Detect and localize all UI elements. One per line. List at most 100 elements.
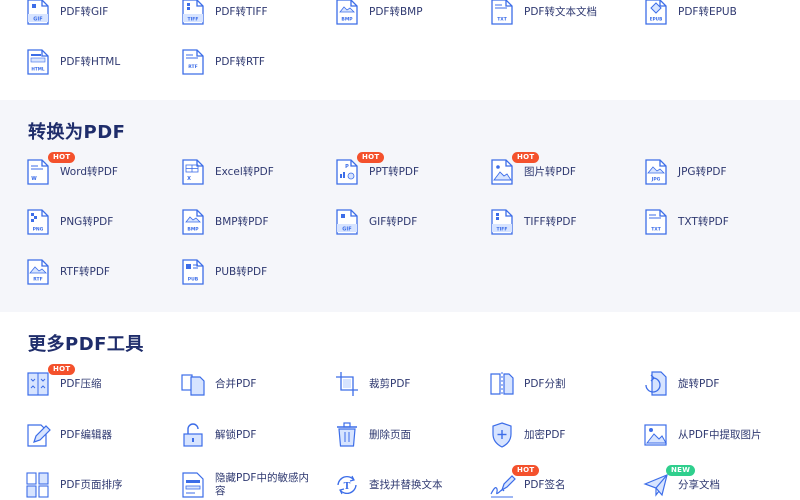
- tool-pdf-to-gif[interactable]: GIF PDF转GIF: [26, 0, 176, 27]
- image-file-icon: HOT: [490, 152, 540, 185]
- tool-compress-pdf[interactable]: HOT PDF压缩: [26, 364, 176, 399]
- compress-icon: HOT: [26, 364, 76, 397]
- tool-unlock-pdf[interactable]: 解锁PDF: [181, 420, 331, 450]
- tool-share-document[interactable]: NEW 分享文档: [643, 465, 794, 500]
- svg-text:TXT: TXT: [651, 227, 662, 233]
- tool-label: 查找并替换文本: [369, 478, 443, 491]
- tool-png-to-pdf[interactable]: PNG PNG转PDF: [26, 207, 176, 237]
- epub-file-icon: EPUB: [644, 0, 668, 25]
- tool-label: 旋转PDF: [678, 377, 720, 390]
- svg-text:RTF: RTF: [33, 277, 42, 283]
- tool-label: 合并PDF: [215, 377, 257, 390]
- svg-text:PNG: PNG: [33, 227, 44, 233]
- svg-text:EPUB: EPUB: [650, 17, 663, 22]
- tool-excel-to-pdf[interactable]: X Excel转PDF: [181, 157, 331, 187]
- gif-file-icon: GIF: [335, 209, 359, 235]
- tool-pdf-to-tiff[interactable]: TIFF PDF转TIFF: [181, 0, 331, 27]
- tool-label: PDF编辑器: [60, 428, 112, 441]
- to-pdf-section: 转换为PDF W HOT Word转PDF X Excel转PDF P HOT PP…: [0, 100, 800, 312]
- tool-label: PDF转GIF: [60, 5, 109, 18]
- tool-pub-to-pdf[interactable]: PUB PUB转PDF: [181, 257, 331, 287]
- hot-badge: HOT: [48, 152, 76, 163]
- tool-rotate-pdf[interactable]: 旋转PDF: [644, 369, 794, 399]
- tool-label: 裁剪PDF: [369, 377, 411, 390]
- tool-label: BMP转PDF: [215, 215, 269, 228]
- html-file-icon: HTML: [26, 49, 50, 75]
- section-title-to-pdf: 转换为PDF: [28, 122, 126, 143]
- find-replace-icon: T: [335, 472, 359, 498]
- tool-sort-pages[interactable]: PDF页面排序: [26, 470, 176, 500]
- tool-pdf-to-html[interactable]: HTML PDF转HTML: [26, 47, 176, 77]
- svg-text:TIFF: TIFF: [497, 227, 508, 233]
- png-file-icon: PNG: [26, 209, 50, 235]
- share-icon: NEW: [643, 465, 696, 498]
- tool-label: PDF页面排序: [60, 478, 123, 491]
- svg-text:TXT: TXT: [497, 17, 508, 23]
- rotate-icon: [644, 371, 668, 397]
- unlock-icon: [181, 422, 205, 448]
- new-badge: NEW: [666, 465, 696, 476]
- hot-badge: HOT: [512, 152, 540, 163]
- bmp-file-icon: BMP: [335, 0, 359, 25]
- svg-text:HTML: HTML: [31, 67, 45, 72]
- tool-label: GIF转PDF: [369, 215, 418, 228]
- section-title-more-tools: 更多PDF工具: [28, 334, 144, 355]
- sort-pages-icon: [26, 472, 50, 498]
- edit-icon: [26, 422, 51, 448]
- tool-crop-pdf[interactable]: 裁剪PDF: [335, 369, 485, 399]
- excel-file-icon: X: [181, 159, 205, 185]
- tool-rtf-to-pdf[interactable]: RTF RTF转PDF: [26, 257, 176, 287]
- tool-image-to-pdf[interactable]: HOT 图片转PDF: [490, 152, 640, 187]
- tool-label: 隐藏PDF中的敏感内容: [215, 472, 309, 497]
- tool-txt-to-pdf[interactable]: TXT TXT转PDF: [644, 207, 794, 237]
- tool-pdf-to-txt[interactable]: TXT PDF转文本文档: [490, 0, 640, 27]
- tool-jpg-to-pdf[interactable]: JPG JPG转PDF: [644, 157, 794, 187]
- tool-redact-pdf[interactable]: 隐藏PDF中的敏感内容: [181, 470, 331, 500]
- tool-gif-to-pdf[interactable]: GIF GIF转PDF: [335, 207, 485, 237]
- merge-icon: [181, 371, 205, 397]
- tool-sign-pdf[interactable]: HOT PDF签名: [490, 465, 640, 500]
- tool-extract-images[interactable]: 从PDF中提取图片: [644, 420, 794, 450]
- tool-split-pdf[interactable]: PDF分割: [490, 369, 640, 399]
- word-file-icon: W HOT: [26, 152, 76, 185]
- tool-label: PDF压缩: [60, 377, 102, 390]
- trash-icon: [335, 422, 359, 448]
- tiff-file-icon: TIFF: [181, 0, 205, 25]
- tool-pdf-to-bmp[interactable]: BMP PDF转BMP: [335, 0, 485, 27]
- tool-find-replace[interactable]: T 查找并替换文本: [335, 470, 485, 500]
- svg-text:GIF: GIF: [33, 17, 42, 23]
- tool-pdf-to-rtf[interactable]: RTF PDF转RTF: [181, 47, 331, 77]
- tool-ppt-to-pdf[interactable]: P HOT PPT转PDF: [335, 152, 485, 187]
- tool-bmp-to-pdf[interactable]: BMP BMP转PDF: [181, 207, 331, 237]
- hot-badge: HOT: [357, 152, 385, 163]
- tool-label: Word转PDF: [60, 165, 118, 178]
- tool-pdf-to-epub[interactable]: EPUB PDF转EPUB: [644, 0, 794, 27]
- crop-icon: [335, 371, 359, 397]
- tiff-file-icon: TIFF: [490, 209, 514, 235]
- tool-word-to-pdf[interactable]: W HOT Word转PDF: [26, 152, 176, 187]
- svg-text:RTF: RTF: [188, 64, 197, 70]
- tool-label: JPG转PDF: [678, 165, 727, 178]
- signature-icon: HOT: [490, 465, 540, 498]
- tool-pdf-editor[interactable]: PDF编辑器: [26, 420, 176, 450]
- extract-image-icon: [644, 422, 668, 448]
- tool-tiff-to-pdf[interactable]: TIFF TIFF转PDF: [490, 207, 640, 237]
- tool-label: PDF分割: [524, 377, 566, 390]
- jpg-file-icon: JPG: [644, 159, 668, 185]
- rtf-file-icon: RTF: [26, 259, 50, 285]
- svg-text:JPG: JPG: [651, 177, 661, 183]
- tool-encrypt-pdf[interactable]: 加密PDF: [490, 420, 640, 450]
- tool-merge-pdf[interactable]: 合并PDF: [181, 369, 331, 399]
- bmp-file-icon: BMP: [181, 209, 205, 235]
- tool-label: PPT转PDF: [369, 165, 420, 178]
- svg-text:PUB: PUB: [188, 277, 199, 283]
- svg-text:GIF: GIF: [342, 227, 351, 233]
- svg-text:W: W: [31, 176, 37, 182]
- tool-label: 从PDF中提取图片: [678, 428, 762, 441]
- rtf-file-icon: RTF: [181, 49, 205, 75]
- txt-file-icon: TXT: [490, 0, 514, 25]
- tool-label: PNG转PDF: [60, 215, 114, 228]
- tool-delete-pages[interactable]: 删除页面: [335, 420, 485, 450]
- svg-text:BMP: BMP: [341, 17, 353, 23]
- gif-file-icon: GIF: [26, 0, 50, 25]
